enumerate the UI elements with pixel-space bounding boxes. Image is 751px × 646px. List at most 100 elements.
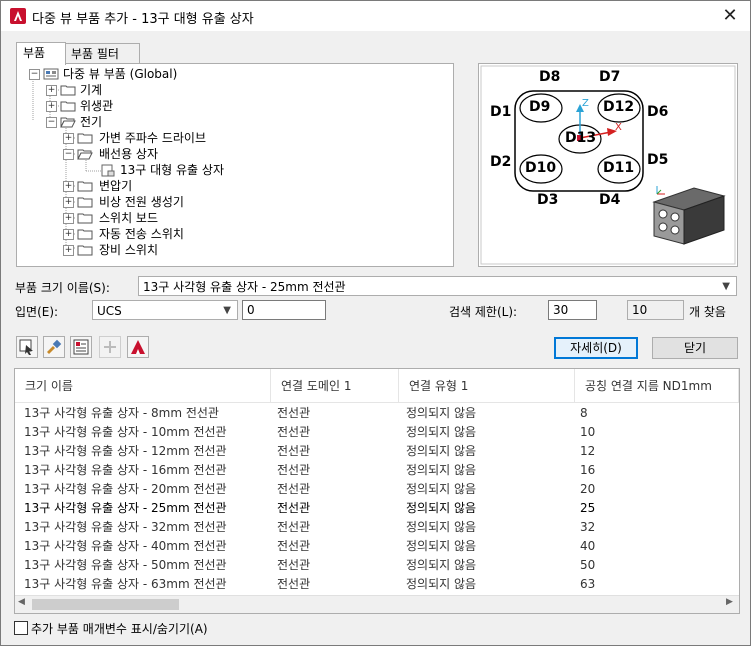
autocad-icon (131, 340, 145, 354)
scroll-right-icon[interactable]: ▶ (726, 597, 733, 607)
tree-item-label: 다중 뷰 부품 (Global) (63, 67, 178, 81)
expand-icon[interactable]: + (63, 245, 74, 256)
port-label: D7 (599, 69, 621, 85)
folder-icon (77, 197, 93, 208)
expand-icon[interactable]: + (46, 101, 57, 112)
table-row[interactable]: 13구 사각형 유출 상자 - 12mm 전선관 전선관 정의되지 않음 12 (15, 442, 739, 460)
elevation-label: 입면(E): (15, 305, 59, 319)
folder-icon (77, 133, 93, 144)
port-label: D3 (537, 192, 559, 208)
table-row[interactable]: 13구 사각형 유출 상자 - 40mm 전선관 전선관 정의되지 않음 40 (15, 537, 739, 555)
table-cell: 16 (580, 463, 596, 477)
port-label: D9 (529, 99, 551, 115)
table-row[interactable]: 13구 사각형 유출 상자 - 63mm 전선관 전선관 정의되지 않음 63 (15, 575, 739, 593)
table-cell: 전선관 (277, 406, 311, 420)
elevation-offset-input[interactable]: 0 (242, 300, 326, 320)
collapse-icon[interactable]: − (46, 117, 57, 128)
autocad-app-icon (10, 8, 26, 24)
match-properties-button[interactable] (43, 336, 65, 358)
table-cell: 전선관 (277, 558, 311, 572)
tree-item-label: 변압기 (99, 179, 133, 193)
table-row[interactable]: 13구 사각형 유출 상자 - 16mm 전선관 전선관 정의되지 않음 16 (15, 461, 739, 479)
details-button[interactable]: 자세히(D) (554, 337, 638, 359)
table-cell: 전선관 (277, 520, 311, 534)
paintbrush-icon (47, 339, 62, 354)
add-button-disabled[interactable] (99, 336, 121, 358)
table-row[interactable]: 13구 사각형 유출 상자 - 25mm 전선관 전선관 정의되지 않음 25 (15, 499, 739, 517)
tree-item-label: 비상 전원 생성기 (99, 195, 184, 209)
open-folder-icon (77, 149, 93, 160)
table-cell: 전선관 (277, 501, 311, 515)
scrollbar-thumb[interactable] (32, 599, 179, 610)
collapse-icon[interactable]: − (63, 149, 74, 160)
horizontal-scrollbar[interactable]: ◀ ▶ (15, 595, 739, 613)
column-header-size-name[interactable]: 크기 이름 (15, 369, 271, 403)
catalog-button[interactable] (70, 336, 92, 358)
part-size-grid[interactable]: 크기 이름 연결 도메인 1 연결 유형 1 공칭 연결 지름 ND1mm 13… (14, 368, 740, 614)
table-cell: 13구 사각형 유출 상자 - 40mm 전선관 (24, 539, 227, 553)
table-cell: 전선관 (277, 482, 311, 496)
tree-item-label: 장비 스위치 (99, 243, 159, 257)
select-cursor-icon (19, 339, 33, 355)
port-label: D5 (647, 152, 669, 168)
table-cell: 정의되지 않음 (406, 520, 477, 534)
part-tree[interactable]: − 다중 뷰 부품 (Global) + 기계 + 위생관 − 전기 + 가변 … (16, 63, 454, 267)
part-size-value: 13구 사각형 유출 상자 - 25mm 전선관 (143, 280, 346, 294)
dialog-window: 다중 뷰 부품 추가 - 13구 대형 유출 상자 ✕ 부품 부품 필터 − 다… (0, 0, 751, 646)
folder-icon (60, 101, 76, 112)
port-label: D10 (525, 160, 557, 176)
expand-icon[interactable]: + (63, 133, 74, 144)
found-suffix: 개 찾음 (689, 305, 726, 319)
tree-item-label: 위생관 (80, 99, 114, 113)
part-preview: D9 D12 D13 D10 D11 D8 D7 D1 D6 D2 D5 D3 … (478, 63, 738, 267)
elevation-value: UCS (97, 304, 122, 318)
expand-icon[interactable]: + (46, 85, 57, 96)
column-header-nd1[interactable]: 공칭 연결 지름 ND1mm (575, 369, 739, 403)
table-cell: 13구 사각형 유출 상자 - 32mm 전선관 (24, 520, 227, 534)
expand-icon[interactable]: + (63, 229, 74, 240)
table-row[interactable]: 13구 사각형 유출 상자 - 32mm 전선관 전선관 정의되지 않음 32 (15, 518, 739, 536)
open-folder-icon (60, 117, 76, 128)
collapse-icon[interactable]: − (29, 69, 40, 80)
expand-icon[interactable]: + (63, 213, 74, 224)
plus-icon (104, 341, 116, 353)
column-header-domain[interactable]: 연결 도메인 1 (271, 369, 399, 403)
expand-icon[interactable]: + (63, 181, 74, 192)
tab-part-filter[interactable]: 부품 필터 (64, 43, 140, 64)
table-cell: 32 (580, 520, 596, 534)
table-cell: 10 (580, 425, 596, 439)
port-label: D6 (647, 104, 669, 120)
table-cell: 전선관 (277, 444, 311, 458)
table-row[interactable]: 13구 사각형 유출 상자 - 10mm 전선관 전선관 정의되지 않음 10 (15, 423, 739, 441)
port-label: D13 (565, 130, 597, 146)
title-bar: 다중 뷰 부품 추가 - 13구 대형 유출 상자 ✕ (1, 1, 750, 31)
expand-icon[interactable]: + (63, 197, 74, 208)
select-part-button[interactable] (16, 336, 38, 358)
catalog-icon (73, 339, 89, 355)
table-cell: 정의되지 않음 (406, 444, 477, 458)
close-icon[interactable]: ✕ (719, 5, 741, 27)
column-header-type[interactable]: 연결 유형 1 (399, 369, 575, 403)
autocad-button[interactable] (127, 336, 149, 358)
table-row[interactable]: 13구 사각형 유출 상자 - 20mm 전선관 전선관 정의되지 않음 20 (15, 480, 739, 498)
table-cell: 13구 사각형 유출 상자 - 25mm 전선관 (24, 501, 227, 515)
table-cell: 13구 사각형 유출 상자 - 16mm 전선관 (24, 463, 227, 477)
table-row[interactable]: 13구 사각형 유출 상자 - 50mm 전선관 전선관 정의되지 않음 50 (15, 556, 739, 574)
tab-parts[interactable]: 부품 (16, 42, 66, 65)
elevation-combo[interactable]: UCS ▼ (92, 300, 238, 320)
search-limit-input[interactable]: 30 (548, 300, 597, 320)
tree-item-label: 가변 주파수 드라이브 (99, 131, 206, 145)
table-cell: 25 (580, 501, 596, 515)
part-size-combo[interactable]: 13구 사각형 유출 상자 - 25mm 전선관 ▼ (138, 276, 737, 296)
show-params-checkbox[interactable] (14, 621, 28, 635)
folder-icon (77, 229, 93, 240)
table-cell: 63 (580, 577, 596, 591)
table-row[interactable]: 13구 사각형 유출 상자 - 8mm 전선관 전선관 정의되지 않음 8 (15, 404, 739, 422)
table-cell: 13구 사각형 유출 상자 - 63mm 전선관 (24, 577, 227, 591)
tree-item-label: 전기 (80, 115, 103, 129)
close-button[interactable]: 닫기 (652, 337, 738, 359)
scroll-left-icon[interactable]: ◀ (18, 597, 25, 607)
show-params-label: 추가 부품 매개변수 표시/숨기기(A) (31, 622, 208, 636)
port-label: D2 (490, 154, 512, 170)
table-cell: 정의되지 않음 (406, 482, 477, 496)
